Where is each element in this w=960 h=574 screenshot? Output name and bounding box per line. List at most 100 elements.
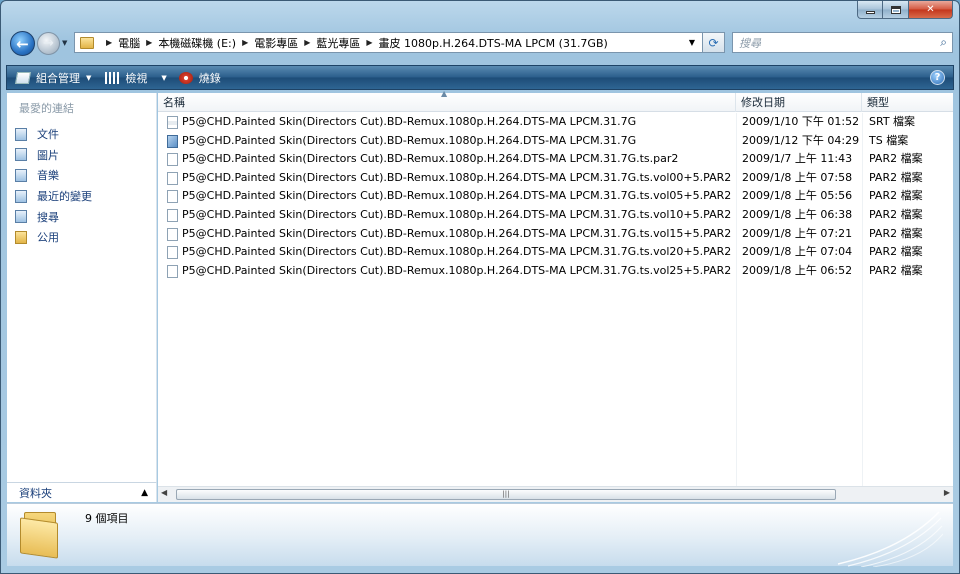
breadcrumb-arrow-icon[interactable]: ▶ xyxy=(242,38,248,47)
file-date: 2009/1/8 上午 06:38 xyxy=(742,208,853,221)
search-icon[interactable]: ⌕ xyxy=(940,35,947,50)
file-date: 2009/1/8 上午 07:04 xyxy=(742,245,853,259)
file-row[interactable]: P5@CHD.Painted Skin(Directors Cut).BD-Re… xyxy=(158,262,953,281)
folders-toggle[interactable]: 資料夾 ▲ xyxy=(7,482,157,502)
breadcrumb-movies[interactable]: 電影專區 xyxy=(254,35,298,51)
file-row[interactable]: P5@CHD.Painted Skin(Directors Cut).BD-Re… xyxy=(158,113,953,132)
column-header-date[interactable]: 修改日期 xyxy=(736,93,862,112)
breadcrumb-arrow-icon[interactable]: ▶ xyxy=(304,38,310,47)
breadcrumb-drive[interactable]: 本機磁碟機 (E:) xyxy=(158,35,236,51)
sort-ascending-icon: ▲ xyxy=(441,89,448,98)
search-input[interactable]: 搜尋 ⌕ xyxy=(732,32,953,53)
explorer-window: ✕ ← → ▼ ▶ 電腦 ▶ 本機磁碟機 (E:) ▶ 電影專區 ▶ 藍光專區 … xyxy=(0,0,960,574)
file-date: 2009/1/10 下午 01:52 xyxy=(742,115,860,128)
file-row[interactable]: P5@CHD.Painted Skin(Directors Cut).BD-Re… xyxy=(158,206,953,225)
help-button[interactable]: ? xyxy=(930,70,945,85)
file-name: P5@CHD.Painted Skin(Directors Cut).BD-Re… xyxy=(182,263,732,277)
minimize-icon xyxy=(865,11,875,14)
file-date: 2009/1/7 上午 11:43 xyxy=(742,152,853,166)
minimize-button[interactable] xyxy=(857,1,883,19)
column-header-type[interactable]: 類型 xyxy=(862,93,953,112)
favorite-links-list: 文件 圖片 音樂 最近的變更 搜尋 公用 xyxy=(15,124,92,248)
organize-icon xyxy=(14,71,32,84)
file-date: 2009/1/8 上午 06:52 xyxy=(742,263,853,277)
file-row[interactable]: P5@CHD.Painted Skin(Directors Cut).BD-Re… xyxy=(158,187,953,206)
forward-button[interactable]: → xyxy=(37,32,60,55)
nav-item-label: 文件 xyxy=(37,128,59,142)
file-row[interactable]: P5@CHD.Painted Skin(Directors Cut).BD-Re… xyxy=(158,132,953,151)
file-name: P5@CHD.Painted Skin(Directors Cut).BD-Re… xyxy=(182,189,732,203)
decorative-swoosh xyxy=(837,511,943,567)
file-name: P5@CHD.Painted Skin(Directors Cut).BD-Re… xyxy=(182,133,637,147)
file-type: PAR2 檔案 xyxy=(869,152,923,166)
nav-item-label: 圖片 xyxy=(37,148,59,162)
recent-pages-dropdown[interactable]: ▼ xyxy=(62,39,67,47)
breadcrumb-arrow-icon[interactable]: ▶ xyxy=(146,38,152,47)
nav-item-public[interactable]: 公用 xyxy=(15,227,92,248)
views-button[interactable]: 檢視 ▼ xyxy=(105,70,167,86)
nav-item-recent-changes[interactable]: 最近的變更 xyxy=(15,186,92,207)
close-icon: ✕ xyxy=(926,4,935,15)
breadcrumb-bluray[interactable]: 藍光專區 xyxy=(316,35,360,51)
breadcrumb-arrow-icon[interactable]: ▶ xyxy=(366,38,372,47)
file-name: P5@CHD.Painted Skin(Directors Cut).BD-Re… xyxy=(182,208,732,221)
refresh-button[interactable]: ⟳ xyxy=(703,32,725,53)
chevron-down-icon: ▼ xyxy=(86,73,92,82)
file-name: P5@CHD.Painted Skin(Directors Cut).BD-Re… xyxy=(182,245,732,259)
chevron-down-icon[interactable]: ▼ xyxy=(161,74,166,82)
folders-label: 資料夾 xyxy=(19,486,52,500)
file-name: P5@CHD.Painted Skin(Directors Cut).BD-Re… xyxy=(182,115,637,128)
file-row[interactable]: P5@CHD.Painted Skin(Directors Cut).BD-Re… xyxy=(158,169,953,188)
nav-item-label: 最近的變更 xyxy=(37,190,92,204)
scrollbar-thumb[interactable]: ||| xyxy=(176,489,836,500)
search-placeholder: 搜尋 xyxy=(739,36,761,50)
back-button[interactable]: ← xyxy=(10,31,35,56)
navigation-pane: 最愛的連結 文件 圖片 音樂 最近的變更 搜尋 公用 xyxy=(7,93,157,482)
file-row[interactable]: P5@CHD.Painted Skin(Directors Cut).BD-Re… xyxy=(158,150,953,169)
searches-icon xyxy=(15,210,27,224)
pictures-icon xyxy=(15,148,27,162)
nav-item-searches[interactable]: 搜尋 xyxy=(15,206,92,227)
back-arrow-icon: ← xyxy=(16,34,29,53)
scroll-left-icon[interactable]: ◀ xyxy=(161,488,167,497)
documents-icon xyxy=(15,127,27,141)
file-type: PAR2 檔案 xyxy=(869,170,923,184)
file-date: 2009/1/8 上午 07:58 xyxy=(742,170,853,184)
par2-file-icon xyxy=(167,153,178,167)
burn-disc-icon xyxy=(178,71,193,84)
address-dropdown-icon[interactable]: ▼ xyxy=(689,38,695,47)
organize-button[interactable]: 組合管理 ▼ xyxy=(14,70,92,86)
nav-item-music[interactable]: 音樂 xyxy=(15,165,92,186)
file-type: TS 檔案 xyxy=(869,133,909,147)
recent-changes-icon xyxy=(15,189,27,203)
breadcrumb-current-folder[interactable]: 畫皮 1080p.H.264.DTS-MA LPCM (31.7GB) xyxy=(379,35,608,51)
help-icon: ? xyxy=(934,72,941,83)
folder-icon xyxy=(80,36,94,49)
views-label: 檢視 xyxy=(125,71,148,85)
file-type: PAR2 檔案 xyxy=(869,226,923,240)
par2-file-icon xyxy=(167,227,178,241)
par2-file-icon xyxy=(167,209,178,222)
file-row[interactable]: P5@CHD.Painted Skin(Directors Cut).BD-Re… xyxy=(158,225,953,244)
favorite-links-title: 最愛的連結 xyxy=(19,102,74,115)
close-button[interactable]: ✕ xyxy=(909,1,953,19)
item-count: 9 個項目 xyxy=(85,512,129,525)
horizontal-scrollbar[interactable]: ◀ ||| ▶ xyxy=(158,486,953,502)
file-name: P5@CHD.Painted Skin(Directors Cut).BD-Re… xyxy=(182,226,732,240)
file-type: PAR2 檔案 xyxy=(869,245,923,259)
file-row[interactable]: P5@CHD.Painted Skin(Directors Cut).BD-Re… xyxy=(158,243,953,262)
breadcrumb-computer[interactable]: 電腦 xyxy=(118,35,140,51)
maximize-button[interactable] xyxy=(883,1,909,19)
par2-file-icon xyxy=(167,246,178,260)
public-folder-icon xyxy=(15,230,27,244)
file-date: 2009/1/8 上午 05:56 xyxy=(742,189,853,203)
breadcrumb-arrow-icon[interactable]: ▶ xyxy=(106,38,112,47)
column-header-row: 名稱 修改日期 類型 ▲ xyxy=(158,89,953,112)
address-bar[interactable]: ▶ 電腦 ▶ 本機磁碟機 (E:) ▶ 電影專區 ▶ 藍光專區 ▶ 畫皮 108… xyxy=(74,32,703,53)
file-type: PAR2 檔案 xyxy=(869,263,923,277)
nav-item-pictures[interactable]: 圖片 xyxy=(15,145,92,166)
chevron-up-icon: ▲ xyxy=(141,487,148,498)
burn-button[interactable]: 燒錄 xyxy=(178,70,221,86)
scroll-right-icon[interactable]: ▶ xyxy=(944,488,950,497)
nav-item-documents[interactable]: 文件 xyxy=(15,124,92,145)
